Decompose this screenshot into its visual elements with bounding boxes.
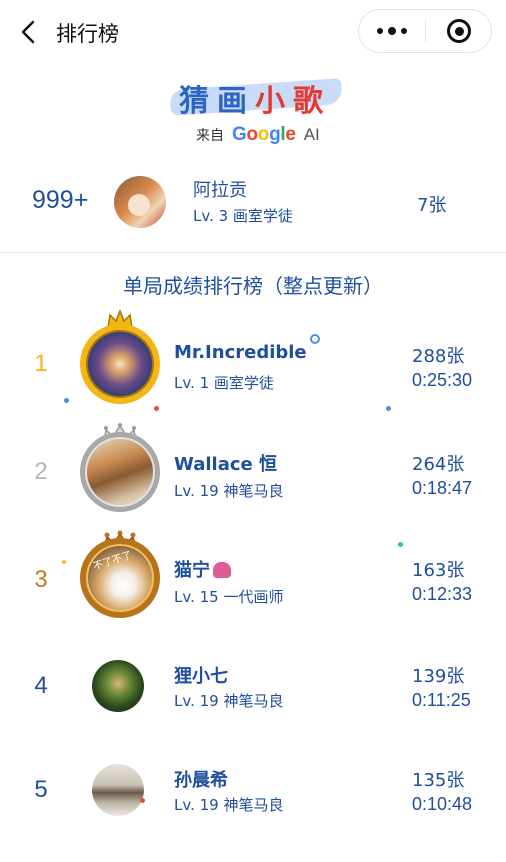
my-avatar <box>114 176 166 228</box>
confetti-ring <box>310 334 320 344</box>
leaderboard-row[interactable]: 2 Wallace 恒 Lv. 19 神笔马良 264张 0:18:47 <box>0 422 506 522</box>
player-level: Lv. 19 神笔马良 <box>174 692 284 710</box>
leaderboard-row[interactable]: 5 孙晨希 Lv. 19 神笔马良 135张 0:10:48 <box>0 740 506 840</box>
confetti-dot <box>64 398 69 403</box>
my-rank-row[interactable]: 999+ 阿拉贡 Lv. 3 画室学徒 7张 <box>0 162 506 240</box>
player-level: Lv. 15 一代画师 <box>174 588 284 606</box>
avatar-with-silver-frame <box>80 422 160 512</box>
player-name: Wallace 恒 <box>174 454 277 475</box>
logo-text: 猜画小歌 <box>179 84 331 119</box>
close-mini-program-button[interactable] <box>426 10 492 52</box>
back-button[interactable] <box>14 16 44 48</box>
more-button[interactable] <box>359 10 425 52</box>
chevron-left-icon <box>21 20 35 44</box>
drawing-count: 139张 <box>412 666 465 687</box>
rank-number: 5 <box>34 776 48 803</box>
play-time: 0:12:33 <box>412 584 473 604</box>
player-level: Lv. 19 神笔马良 <box>174 482 284 500</box>
mini-program-capsule <box>358 9 492 53</box>
page-title: 排行榜 <box>56 22 119 46</box>
my-rank-number: 999+ <box>32 186 89 214</box>
section-divider <box>0 252 506 253</box>
play-time: 0:10:48 <box>412 794 473 814</box>
player-level: Lv. 19 神笔马良 <box>174 796 284 814</box>
play-time: 0:11:25 <box>412 690 471 710</box>
leaderboard-title: 单局成绩排行榜（整点更新） <box>123 274 383 298</box>
confetti-dot <box>140 798 145 803</box>
confetti-dot <box>386 406 391 411</box>
player-name: 孙晨希 <box>174 770 228 791</box>
player-name: Mr.Incredible <box>174 342 307 363</box>
rank-number: 3 <box>34 566 48 593</box>
confetti-dot <box>398 542 403 547</box>
avatar <box>92 660 144 712</box>
drawing-count: 264张 <box>412 454 465 475</box>
logo-byline: 来自 Google AI <box>196 124 320 146</box>
drawing-count: 135张 <box>412 770 465 791</box>
rank-number: 2 <box>34 458 48 485</box>
player-level: Lv. 1 画室学徒 <box>174 374 274 392</box>
octopus-emoji-icon <box>213 562 231 578</box>
rank-number: 1 <box>34 350 48 377</box>
byline-from: 来自 <box>196 128 224 144</box>
gold-frame <box>80 324 160 404</box>
more-dots-icon <box>377 27 407 35</box>
rank-number: 4 <box>34 672 48 699</box>
confetti-dot <box>62 560 66 564</box>
leaderboard-row[interactable]: 3 不了不了 猫宁 Lv. 15 一代画师 163张 0:12:33 <box>0 528 506 628</box>
confetti-dot <box>154 406 159 411</box>
drawing-count: 163张 <box>412 560 465 581</box>
drawing-count: 288张 <box>412 346 465 367</box>
navigation-bar: 排行榜 <box>0 0 506 64</box>
my-drawing-count: 7张 <box>417 195 447 216</box>
leaderboard-row[interactable]: 1 Mr.Incredible Lv. 1 画室学徒 288张 0:25:30 <box>0 308 506 414</box>
leaderboard-row[interactable]: 4 狸小七 Lv. 19 神笔马良 139张 0:11:25 <box>0 636 506 736</box>
player-name: 猫宁 <box>174 556 231 582</box>
close-target-icon <box>447 19 471 43</box>
byline-ai: AI <box>303 125 320 144</box>
app-logo: 猜画小歌 <box>160 70 350 120</box>
play-time: 0:25:30 <box>412 370 473 390</box>
play-time: 0:18:47 <box>412 478 473 498</box>
my-username: 阿拉贡 <box>193 180 247 201</box>
silver-frame <box>80 432 160 512</box>
my-level: Lv. 3 画室学徒 <box>193 207 293 225</box>
avatar-with-gold-frame <box>80 308 160 404</box>
avatar-with-bronze-frame: 不了不了 <box>80 528 160 618</box>
avatar <box>92 764 144 816</box>
bronze-frame <box>80 538 160 618</box>
google-logo: Google <box>232 124 296 145</box>
player-name: 狸小七 <box>174 666 228 687</box>
